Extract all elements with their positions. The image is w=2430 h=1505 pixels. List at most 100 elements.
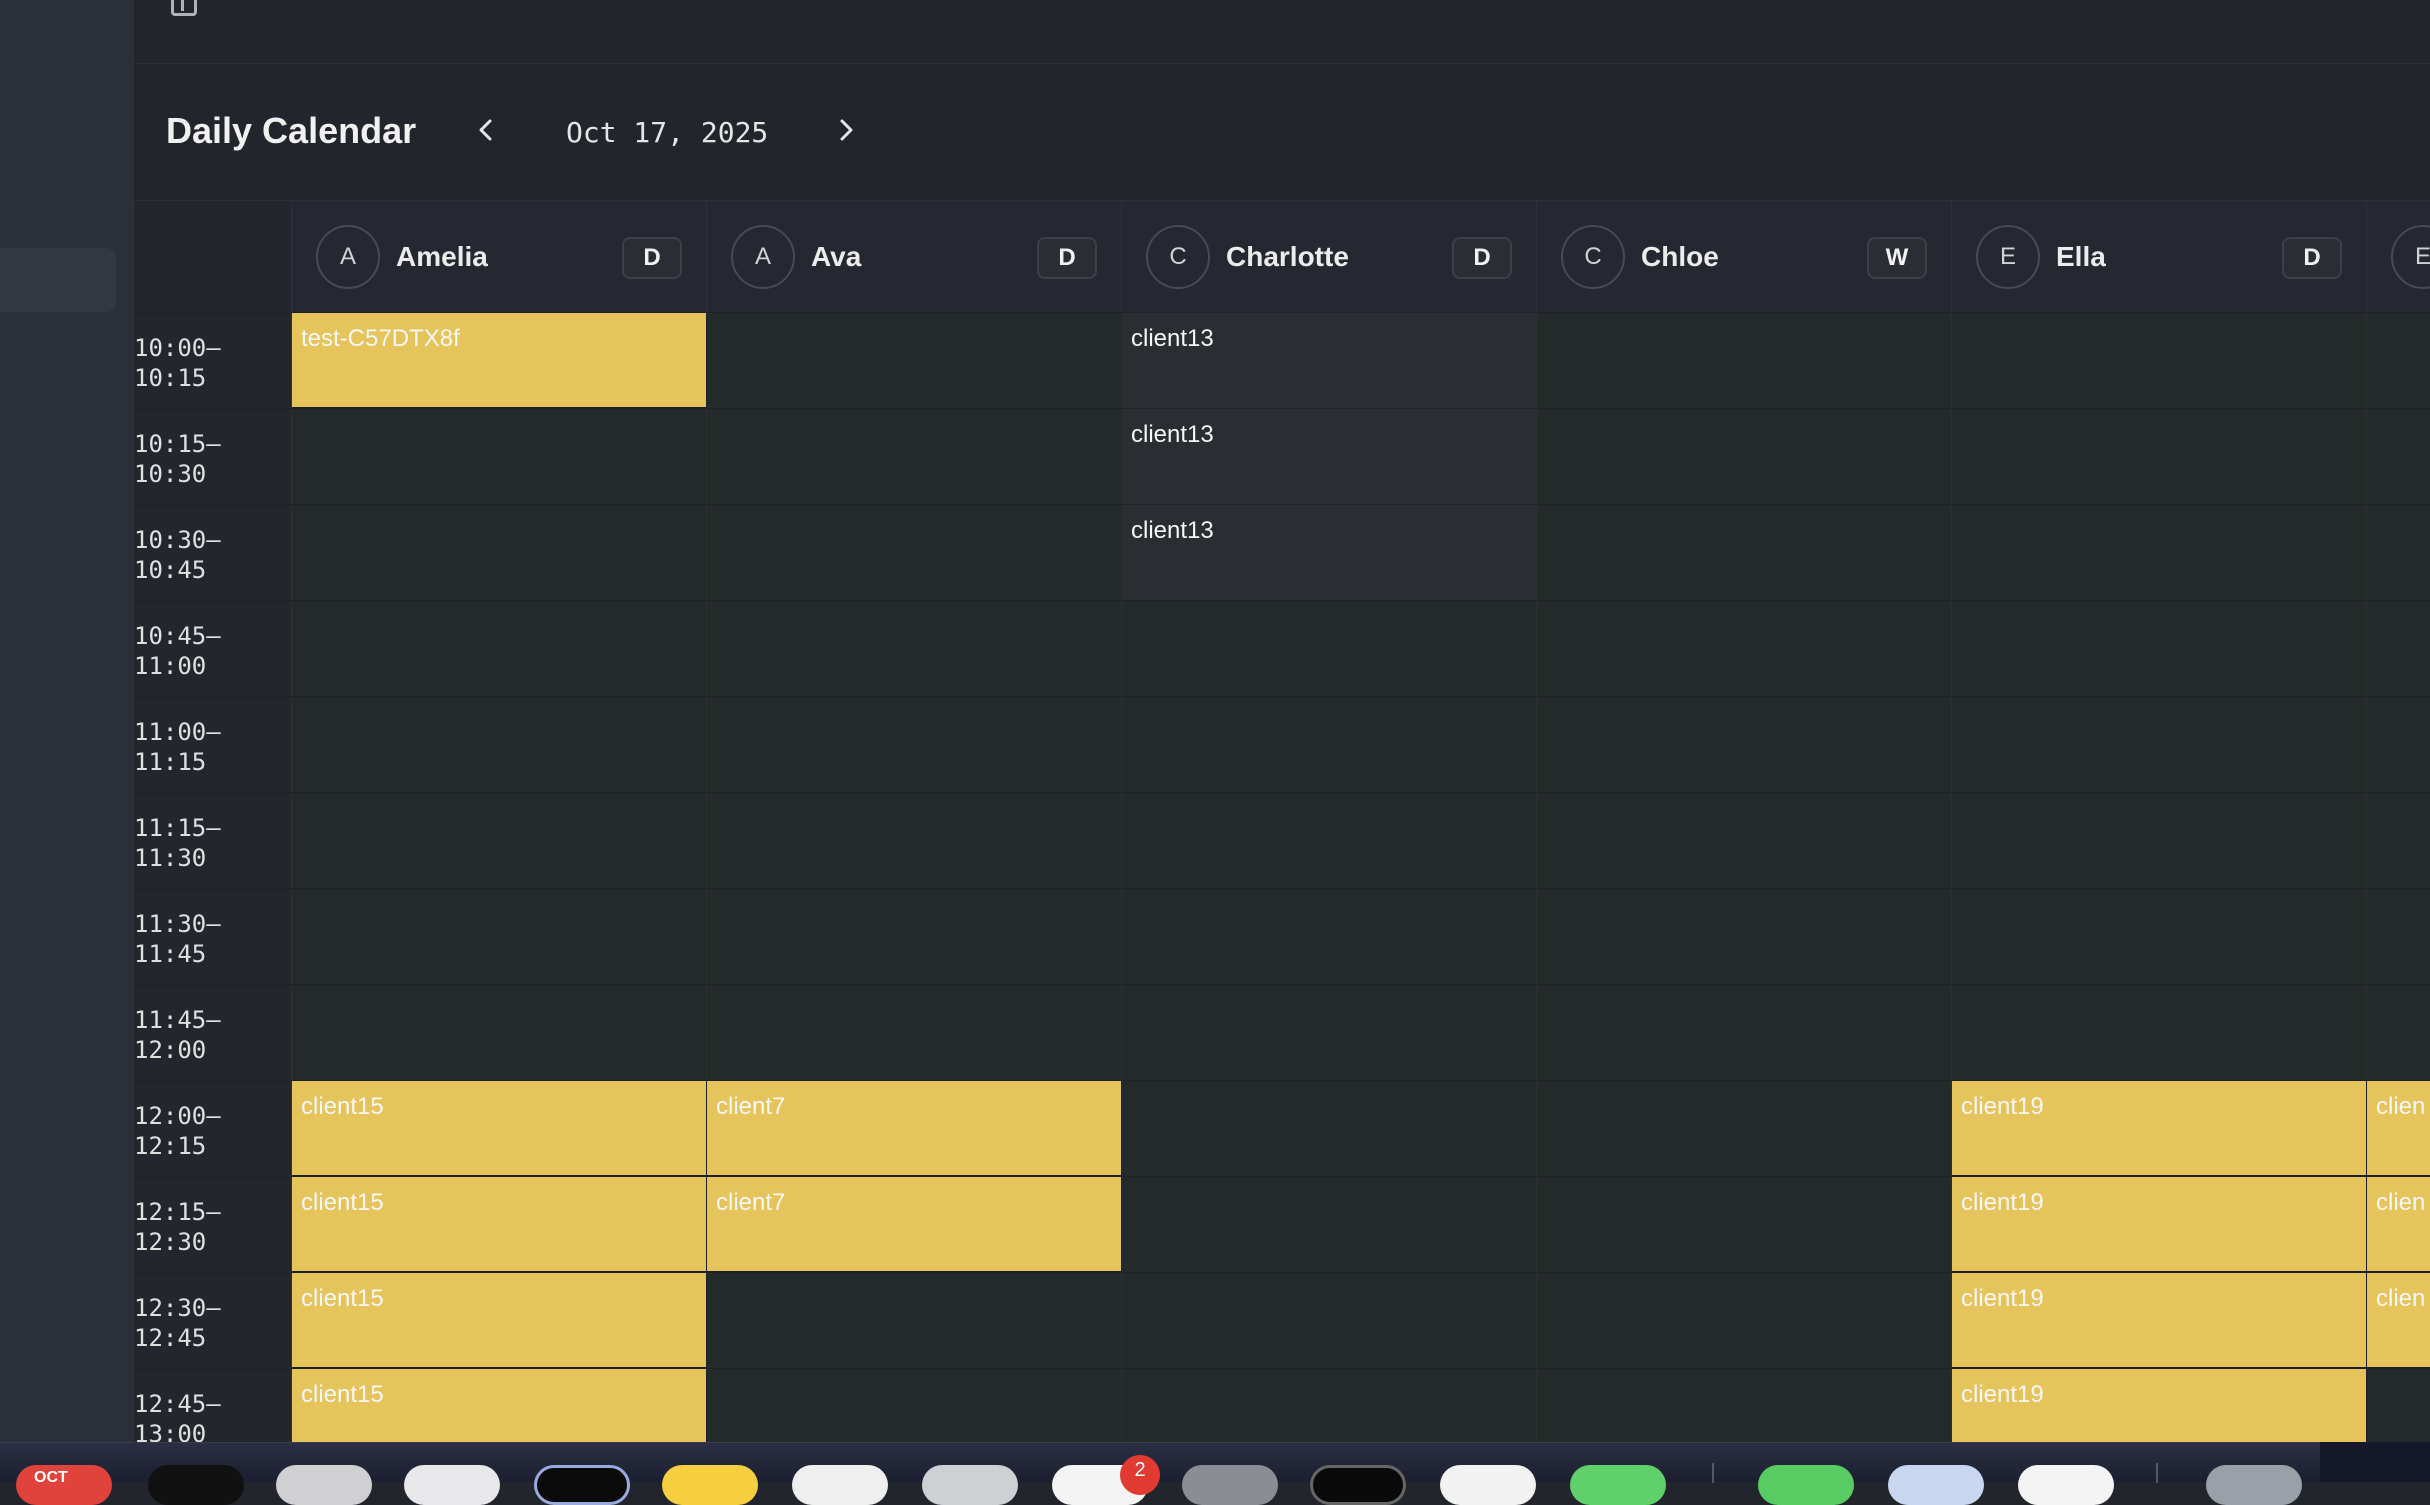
empty-slot[interactable] bbox=[1952, 793, 2367, 889]
appointment-slot[interactable]: client19 bbox=[1952, 1273, 2367, 1369]
empty-slot[interactable] bbox=[292, 601, 707, 697]
empty-slot[interactable] bbox=[1952, 409, 2367, 505]
appointment-slot[interactable]: test-C57DTX8f bbox=[292, 313, 707, 409]
staff-column-header[interactable]: C Chloe W bbox=[1537, 201, 1952, 313]
empty-slot[interactable] bbox=[707, 313, 1122, 409]
empty-slot[interactable] bbox=[1122, 1081, 1537, 1177]
empty-slot[interactable] bbox=[2367, 985, 2430, 1081]
app-icon[interactable] bbox=[792, 1465, 888, 1505]
current-date[interactable]: Oct 17, 2025 bbox=[566, 116, 768, 149]
empty-slot[interactable] bbox=[1122, 793, 1537, 889]
app-icon[interactable] bbox=[1758, 1465, 1854, 1505]
empty-slot[interactable] bbox=[1122, 1177, 1537, 1273]
appointment-slot[interactable]: client19 bbox=[1952, 1369, 2367, 1442]
appointment-slot[interactable]: client15 bbox=[292, 1273, 707, 1369]
empty-slot[interactable] bbox=[1537, 985, 1952, 1081]
empty-slot[interactable] bbox=[1952, 985, 2367, 1081]
empty-slot[interactable] bbox=[1537, 1177, 1952, 1273]
empty-slot[interactable] bbox=[2367, 1369, 2430, 1442]
empty-slot[interactable] bbox=[2367, 601, 2430, 697]
empty-slot[interactable] bbox=[2367, 409, 2430, 505]
empty-slot[interactable] bbox=[2367, 313, 2430, 409]
empty-slot[interactable] bbox=[2367, 889, 2430, 985]
empty-slot[interactable] bbox=[1122, 889, 1537, 985]
calendar-app-icon[interactable]: OCT bbox=[16, 1465, 112, 1505]
empty-slot[interactable] bbox=[1537, 601, 1952, 697]
empty-slot[interactable] bbox=[707, 1369, 1122, 1442]
empty-slot[interactable] bbox=[1537, 1369, 1952, 1442]
empty-slot[interactable] bbox=[707, 889, 1122, 985]
app-icon[interactable] bbox=[1440, 1465, 1536, 1505]
staff-column-header[interactable]: A Amelia D bbox=[292, 201, 707, 313]
empty-slot[interactable] bbox=[2367, 697, 2430, 793]
appointment-slot[interactable]: clien bbox=[2367, 1273, 2430, 1369]
appointment-slot[interactable]: client13 bbox=[1122, 505, 1537, 601]
staff-status-badge[interactable]: D bbox=[622, 237, 682, 279]
empty-slot[interactable] bbox=[1537, 1273, 1952, 1369]
staff-status-badge[interactable]: W bbox=[1867, 237, 1927, 279]
app-icon[interactable] bbox=[148, 1465, 244, 1505]
appointment-slot[interactable]: client15 bbox=[292, 1177, 707, 1273]
empty-slot[interactable] bbox=[707, 409, 1122, 505]
empty-slot[interactable] bbox=[707, 985, 1122, 1081]
appointment-slot[interactable]: client13 bbox=[1122, 313, 1537, 409]
empty-slot[interactable] bbox=[292, 697, 707, 793]
empty-slot[interactable] bbox=[1122, 985, 1537, 1081]
empty-slot[interactable] bbox=[1537, 793, 1952, 889]
empty-slot[interactable] bbox=[292, 793, 707, 889]
empty-slot[interactable] bbox=[1537, 505, 1952, 601]
empty-slot[interactable] bbox=[707, 1273, 1122, 1369]
empty-slot[interactable] bbox=[1952, 505, 2367, 601]
empty-slot[interactable] bbox=[1122, 601, 1537, 697]
empty-slot[interactable] bbox=[292, 505, 707, 601]
empty-slot[interactable] bbox=[707, 505, 1122, 601]
app-icon[interactable] bbox=[276, 1465, 372, 1505]
empty-slot[interactable] bbox=[1537, 313, 1952, 409]
empty-slot[interactable] bbox=[1537, 409, 1952, 505]
empty-slot[interactable] bbox=[1122, 697, 1537, 793]
staff-status-badge[interactable]: D bbox=[1037, 237, 1097, 279]
empty-slot[interactable] bbox=[1952, 889, 2367, 985]
empty-slot[interactable] bbox=[1537, 889, 1952, 985]
appointment-slot[interactable]: client15 bbox=[292, 1081, 707, 1177]
sidebar-toggle-icon[interactable] bbox=[171, 0, 197, 16]
empty-slot[interactable] bbox=[1952, 697, 2367, 793]
empty-slot[interactable] bbox=[1537, 1081, 1952, 1177]
app-icon[interactable] bbox=[1888, 1465, 1984, 1505]
empty-slot[interactable] bbox=[1952, 313, 2367, 409]
staff-column-header[interactable]: A Ava D bbox=[707, 201, 1122, 313]
appointment-slot[interactable]: client15 bbox=[292, 1369, 707, 1442]
appointment-slot[interactable]: client19 bbox=[1952, 1081, 2367, 1177]
sidebar-active-item[interactable] bbox=[0, 248, 116, 312]
empty-slot[interactable] bbox=[1537, 697, 1952, 793]
empty-slot[interactable] bbox=[2367, 793, 2430, 889]
previous-day-button[interactable] bbox=[466, 110, 506, 150]
empty-slot[interactable] bbox=[707, 697, 1122, 793]
app-icon[interactable] bbox=[534, 1465, 630, 1505]
empty-slot[interactable] bbox=[1122, 1369, 1537, 1442]
appointment-slot[interactable]: client19 bbox=[1952, 1177, 2367, 1273]
empty-slot[interactable] bbox=[292, 985, 707, 1081]
appointment-slot[interactable]: client13 bbox=[1122, 409, 1537, 505]
appointment-slot[interactable]: clien bbox=[2367, 1177, 2430, 1273]
empty-slot[interactable] bbox=[2367, 505, 2430, 601]
trash-icon[interactable] bbox=[2206, 1465, 2302, 1505]
app-icon[interactable] bbox=[1182, 1465, 1278, 1505]
appointment-slot[interactable]: client7 bbox=[707, 1081, 1122, 1177]
empty-slot[interactable] bbox=[707, 601, 1122, 697]
messages-app-icon[interactable] bbox=[1570, 1465, 1666, 1505]
staff-status-badge[interactable]: D bbox=[1452, 237, 1512, 279]
appointment-slot[interactable]: client7 bbox=[707, 1177, 1122, 1273]
empty-slot[interactable] bbox=[292, 889, 707, 985]
staff-column-header[interactable]: E bbox=[2367, 201, 2430, 313]
terminal-app-icon[interactable] bbox=[1310, 1465, 1406, 1505]
empty-slot[interactable] bbox=[292, 409, 707, 505]
app-icon[interactable] bbox=[922, 1465, 1018, 1505]
staff-column-header[interactable]: C Charlotte D bbox=[1122, 201, 1537, 313]
notes-app-icon[interactable] bbox=[662, 1465, 758, 1505]
appointment-slot[interactable]: clien bbox=[2367, 1081, 2430, 1177]
next-day-button[interactable] bbox=[826, 110, 866, 150]
empty-slot[interactable] bbox=[1122, 1273, 1537, 1369]
app-icon[interactable] bbox=[404, 1465, 500, 1505]
staff-column-header[interactable]: E Ella D bbox=[1952, 201, 2367, 313]
